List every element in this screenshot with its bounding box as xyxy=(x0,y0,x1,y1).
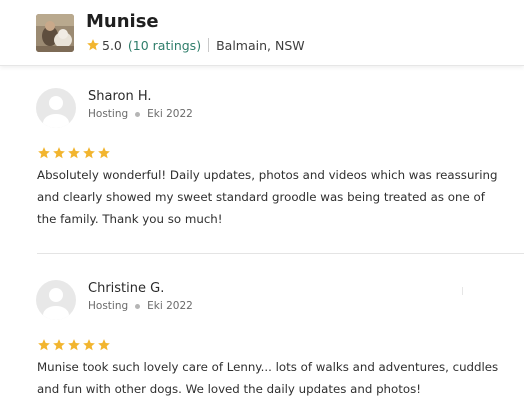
sitter-header: Munise 5.0 (10 ratings) Balmain, NSW xyxy=(0,0,524,66)
review-text: Absolutely wonderful! Daily updates, pho… xyxy=(37,168,498,226)
star-icon xyxy=(87,39,99,51)
reviewer-name: Sharon H. xyxy=(88,89,152,104)
rating-value: 5.0 xyxy=(102,37,122,53)
star-icon xyxy=(53,339,65,351)
dot-separator xyxy=(135,111,141,117)
rating-summary: 5.0 (10 ratings) Balmain, NSW xyxy=(86,36,305,54)
review-meta: Hosting Eki 2022 xyxy=(88,300,193,312)
service-type: Hosting xyxy=(88,300,129,312)
star-icon xyxy=(68,147,80,159)
star-icon xyxy=(38,147,50,159)
divider xyxy=(208,38,210,52)
sitter-photo[interactable] xyxy=(36,14,74,52)
sitter-name: Munise xyxy=(86,11,159,32)
star-rating xyxy=(37,338,112,352)
star-icon xyxy=(38,339,50,351)
scroll-hint xyxy=(462,287,463,295)
review-text: Munise took such lovely care of Lenny...… xyxy=(37,360,499,396)
star-icon xyxy=(98,147,110,159)
user-avatar-icon xyxy=(36,280,76,320)
service-type: Hosting xyxy=(88,108,129,120)
review-divider xyxy=(37,253,524,254)
location: Balmain, NSW xyxy=(216,37,305,53)
star-icon xyxy=(53,147,65,159)
dot-separator xyxy=(135,303,141,309)
review-meta: Hosting Eki 2022 xyxy=(88,108,193,120)
star-icon xyxy=(83,339,95,351)
star-icon xyxy=(83,147,95,159)
ratings-count-link[interactable]: (10 ratings) xyxy=(128,38,201,53)
star-rating xyxy=(37,146,112,160)
review-date: Eki 2022 xyxy=(147,300,193,312)
user-avatar-icon xyxy=(36,88,76,128)
star-icon xyxy=(68,339,80,351)
reviewer-name: Christine G. xyxy=(88,281,165,296)
star-icon xyxy=(98,339,110,351)
review-date: Eki 2022 xyxy=(147,108,193,120)
